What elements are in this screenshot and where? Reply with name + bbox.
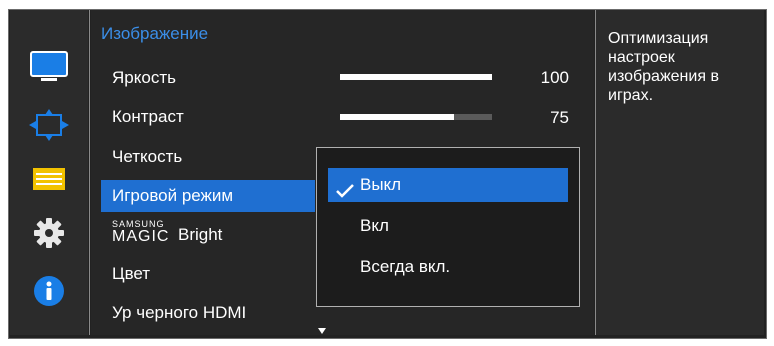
menu-item-sharpness[interactable]: Четкость [101,141,315,173]
sidebar [10,10,88,335]
menu-item-label: Цвет [112,264,151,283]
menu-item-color[interactable]: Цвет [101,258,315,290]
menu-item-label: Яркость [112,68,176,87]
game-mode-dropdown: Выкл Вкл Всегда вкл. [316,147,580,307]
dropdown-option-always-on[interactable]: Всегда вкл. [328,250,568,284]
help-text: Оптимизация настроек изображения в играх… [608,30,719,104]
checkmark-icon [336,177,354,211]
gear-icon[interactable] [10,210,88,256]
menu-item-hdmi-black-level[interactable]: Ур черного HDMI [101,297,315,329]
menu-item-label: Ур черного HDMI [112,303,247,322]
brand-label-magic: MAGIC [112,228,170,245]
menu-item-brightness[interactable]: Яркость [101,62,315,94]
dropdown-option-label: Вкл [360,216,389,235]
contrast-slider-fill [340,114,454,120]
dropdown-option-on[interactable]: Вкл [328,209,568,243]
brightness-slider[interactable] [340,74,492,80]
menu-item-label: Bright [178,225,223,244]
menu-item-magic-bright[interactable]: SAMSUNG MAGIC Bright [101,219,315,251]
contrast-slider[interactable] [340,114,492,120]
menu-item-label: Контраст [112,107,184,126]
menu-item-contrast[interactable]: Контраст [101,101,315,133]
info-icon[interactable] [10,268,88,314]
dropdown-option-off[interactable]: Выкл [328,168,568,202]
scroll-down-icon[interactable] [318,328,326,334]
menu-item-label: Игровой режим [112,186,234,205]
brightness-slider-fill [340,74,492,80]
menu-item-label: Четкость [112,147,183,166]
menu-item-game-mode[interactable]: Игровой режим [101,180,315,212]
divider [89,10,90,335]
dropdown-option-label: Всегда вкл. [360,257,451,276]
dropdown-option-label: Выкл [360,175,402,194]
monitor-icon[interactable] [10,44,88,90]
menu-list-icon[interactable] [10,156,88,202]
screen-resize-icon[interactable] [10,102,88,148]
contrast-value: 75 [550,108,569,127]
menu-title: Изображение [101,24,209,43]
brightness-value: 100 [540,68,569,87]
